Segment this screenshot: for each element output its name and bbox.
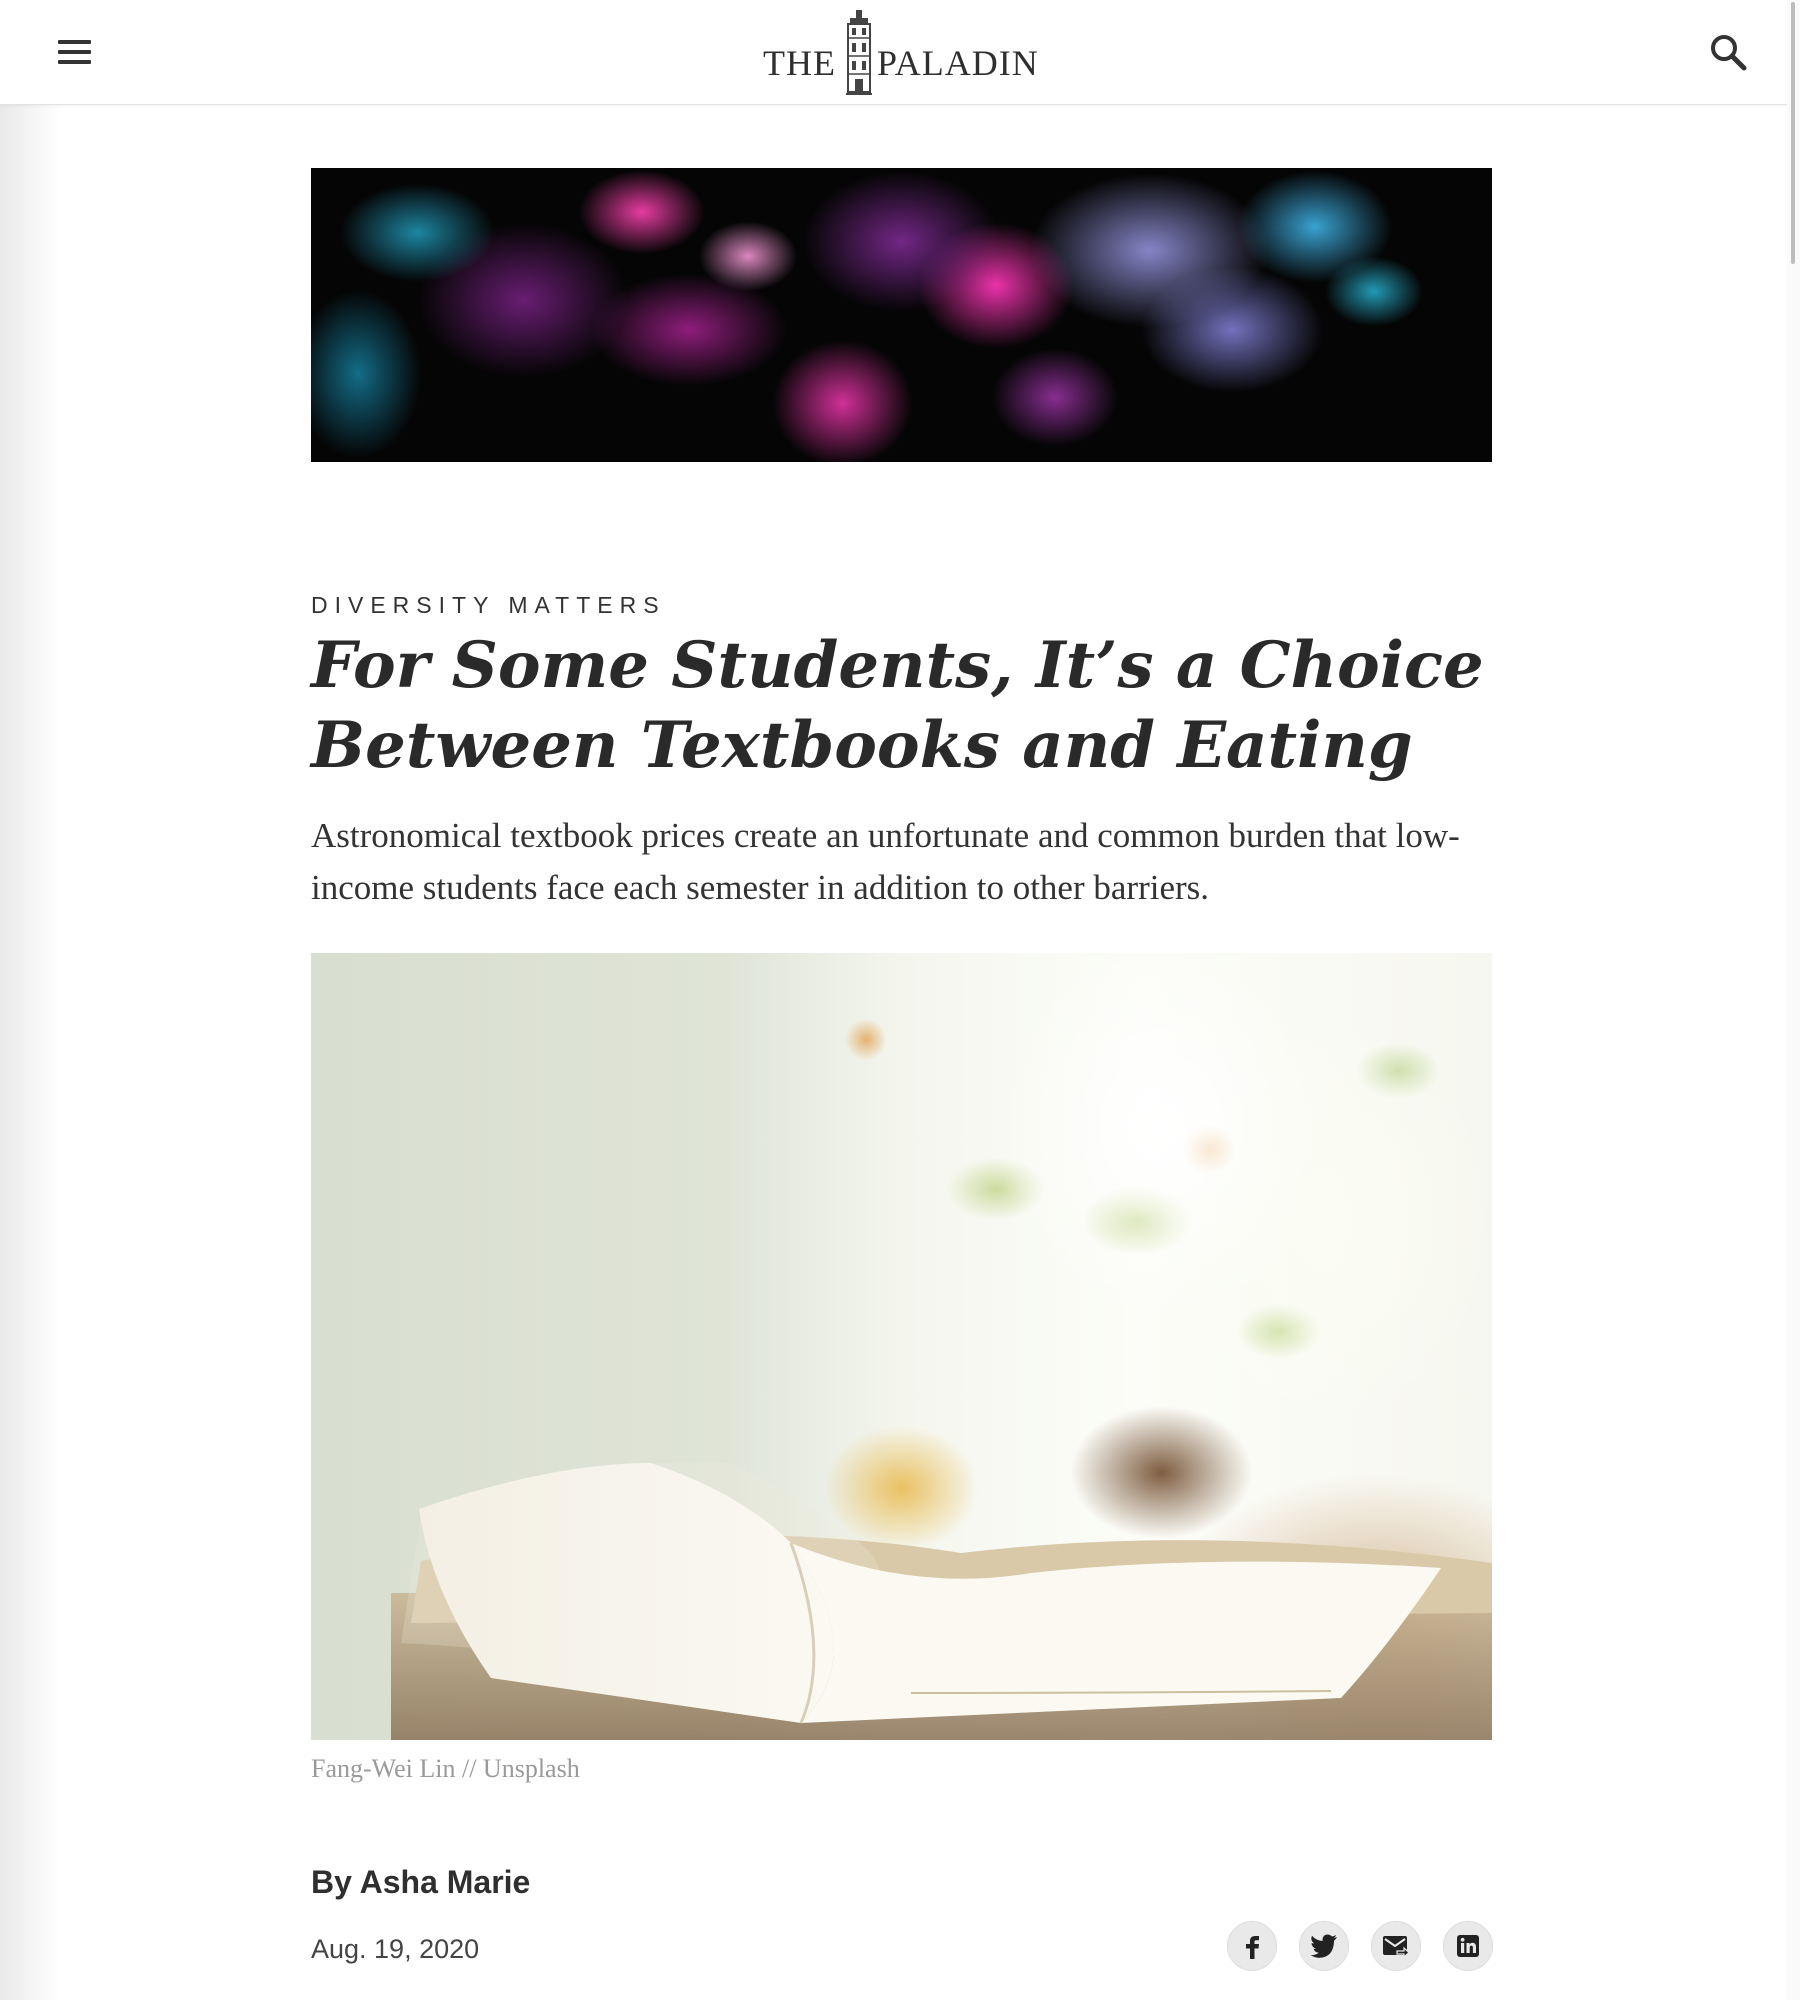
email-share-icon — [1383, 1936, 1410, 1959]
section-kicker[interactable]: DIVERSITY MATTERS — [311, 592, 666, 619]
site-logo[interactable]: THE PALADIN — [760, 6, 1040, 98]
hero-banner-image — [311, 168, 1492, 462]
linkedin-icon — [1457, 1935, 1479, 1957]
tower-logo-icon — [846, 10, 872, 95]
article-photo — [311, 953, 1492, 1740]
publish-date: Aug. 19, 2020 — [311, 1934, 480, 1964]
twitter-share-button[interactable] — [1299, 1921, 1349, 1971]
hamburger-menu-icon[interactable] — [52, 30, 102, 74]
article-headline: For Some Students, It’s a Choice Between… — [311, 628, 1484, 783]
facebook-icon — [1246, 1936, 1259, 1959]
email-share-button[interactable] — [1371, 1921, 1421, 1971]
search-icon[interactable] — [1704, 28, 1752, 76]
twitter-icon — [1310, 1934, 1337, 1958]
facebook-share-button[interactable] — [1227, 1921, 1277, 1971]
byline[interactable]: By Asha Marie — [311, 1864, 530, 1901]
linkedin-share-button[interactable] — [1443, 1921, 1493, 1971]
article-dek: Astronomical textbook prices create an u… — [311, 816, 1460, 907]
site-header: THE PALADIN — [0, 0, 1800, 105]
photo-caption: Fang-Wei Lin // Unsplash — [311, 1754, 580, 1783]
scrollbar-thumb[interactable] — [1791, 2, 1795, 264]
logo-text-paladin: PALADIN — [877, 43, 1039, 83]
page-scrollbar[interactable] — [1787, 0, 1800, 2000]
open-book-illustration — [391, 1461, 1492, 1740]
page-edge-shadow — [0, 105, 60, 2000]
logo-text-the: THE — [763, 43, 836, 83]
